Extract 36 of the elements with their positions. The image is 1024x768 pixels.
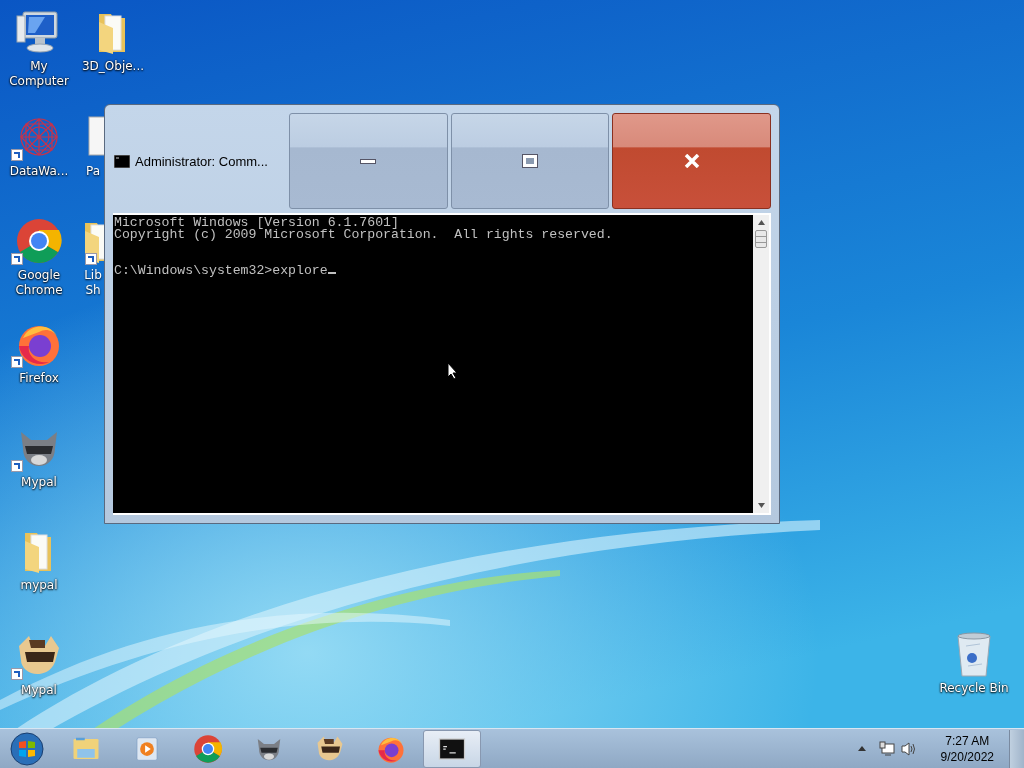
desktop-icon-label[interactable]: Pa (83, 164, 103, 179)
desktop-icon-label[interactable]: 3D_Obje... (81, 59, 145, 74)
maximize-button[interactable] (450, 113, 610, 209)
command-prompt: C:\Windows\system32>explore (114, 265, 752, 277)
taskbar-button[interactable] (423, 729, 481, 768)
mouse-pointer-icon (447, 362, 459, 380)
desktop-icon-label[interactable]: Firefox (19, 371, 59, 386)
minimize-icon (360, 158, 377, 164)
close-button[interactable] (612, 113, 771, 209)
scrollbar[interactable] (753, 215, 769, 513)
show-hidden-icons-icon[interactable] (857, 746, 866, 751)
desktop-icon-label[interactable]: DataWa... (9, 164, 69, 179)
scroll-down-icon[interactable] (757, 503, 765, 508)
console-line: Copyright (c) 2009 Microsoft Corporation. All rights reserved. (114, 229, 614, 241)
speaker-icon[interactable] (899, 740, 918, 757)
desktop-icon-label[interactable]: My Computer (3, 59, 75, 89)
scroll-thumb[interactable] (755, 230, 767, 248)
terminal-icon (114, 154, 130, 168)
close-icon (683, 154, 700, 168)
console-line: Microsoft Windows [Version 6.1.7601] (114, 217, 399, 229)
clock-date: 9/20/2022 (940, 748, 994, 765)
chrome-icon (15, 217, 63, 265)
clock[interactable]: 7:27 AM 9/20/2022 (940, 732, 994, 765)
windows-logo-icon (10, 731, 44, 766)
show-desktop-button[interactable] (1009, 729, 1024, 768)
minimize-button[interactable] (289, 113, 448, 209)
desktop-icon-label[interactable]: Google Chrome (3, 268, 75, 298)
clock-time: 7:27 AM (945, 732, 990, 749)
chrome-icon (193, 733, 223, 764)
desktop-icon-label[interactable]: Mypal (21, 475, 57, 490)
maximize-icon (523, 155, 537, 167)
network-icon[interactable] (878, 740, 897, 757)
scroll-up-icon[interactable] (757, 220, 765, 225)
desktop-icon-label[interactable]: Lib Sh (83, 268, 103, 298)
window-title: Administrator: Comm... (135, 153, 268, 169)
console-area[interactable]: Microsoft Windows [Version 6.1.7601] Copyright (c) 2009 Microsoft Corporation. All rights reserved. C:\Windows\system32>explore (113, 215, 753, 513)
